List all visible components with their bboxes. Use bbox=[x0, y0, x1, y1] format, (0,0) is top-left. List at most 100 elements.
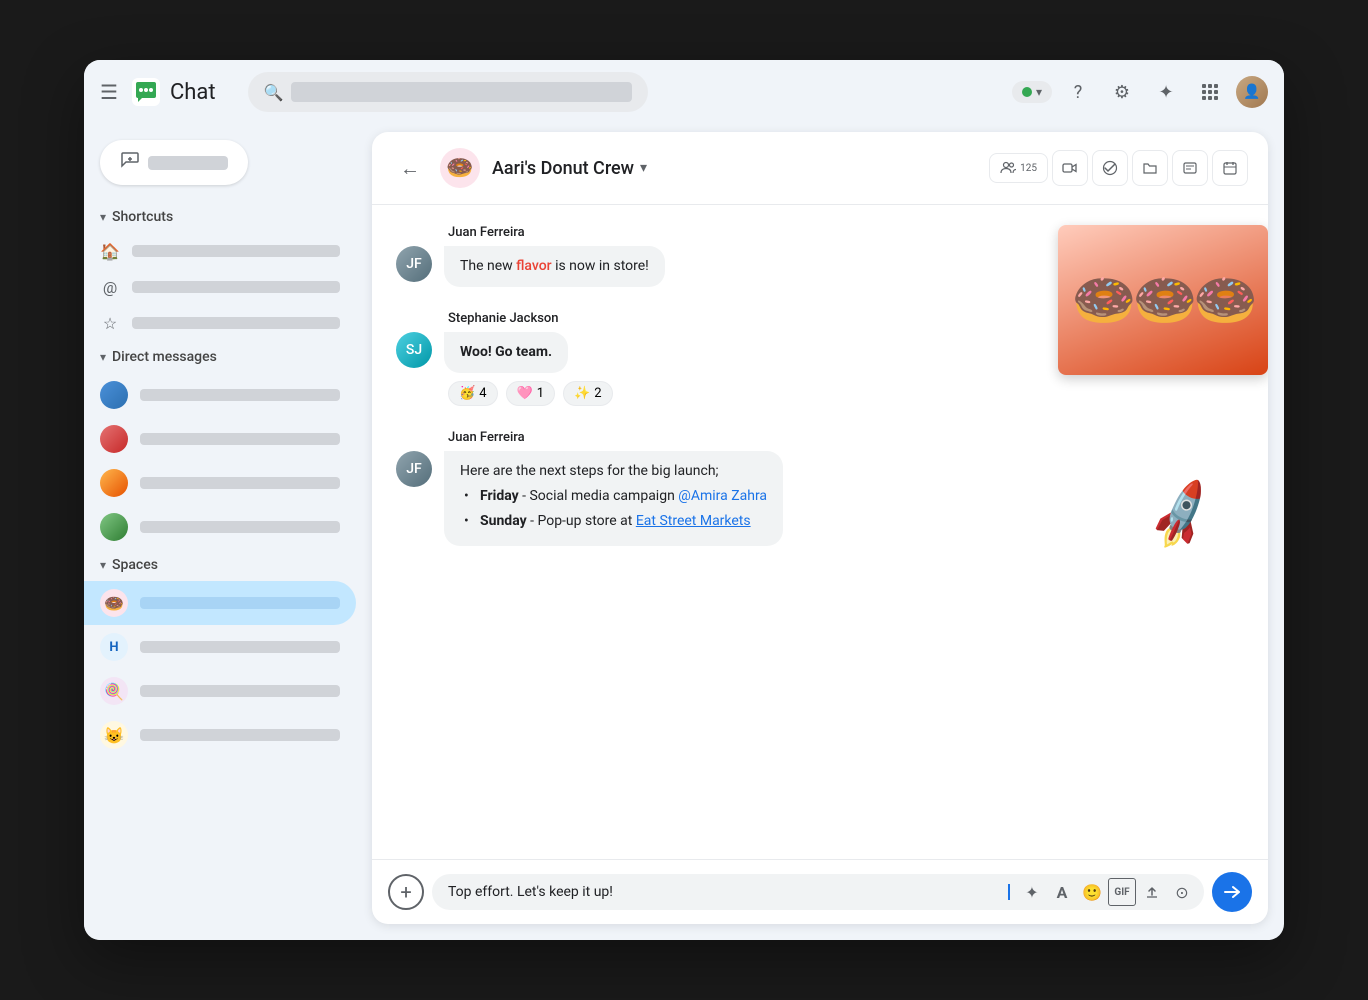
space-2-label bbox=[140, 641, 340, 653]
app-logo: Chat bbox=[130, 76, 216, 108]
dm-avatar-2 bbox=[100, 425, 128, 453]
chevron-down-icon: ▾ bbox=[1036, 85, 1042, 99]
reaction-heart[interactable]: 🩷 1 bbox=[506, 381, 556, 406]
back-button[interactable]: ← bbox=[392, 150, 428, 186]
send-button[interactable] bbox=[1212, 872, 1252, 912]
sidebar-item-space-3[interactable]: 🍭 bbox=[84, 669, 356, 713]
sidebar-item-space-2[interactable]: H bbox=[84, 625, 356, 669]
flavor-highlight: flavor bbox=[516, 258, 551, 274]
dm-section-header[interactable]: ▾ Direct messages bbox=[84, 341, 364, 373]
members-button[interactable]: 125 bbox=[989, 153, 1048, 183]
top-bar-right: ▾ ? ⚙ ✦ 👤 bbox=[1012, 74, 1268, 110]
sender-name-3: Juan Ferreira bbox=[396, 430, 1244, 445]
upload-svg bbox=[1144, 884, 1160, 900]
sidebar-item-mentions[interactable]: @ bbox=[84, 269, 356, 305]
step-sunday: Sunday - Pop-up store at Eat Street Mark… bbox=[464, 511, 767, 532]
upload-icon[interactable] bbox=[1138, 878, 1166, 906]
message-group-3: Juan Ferreira JF Here are the next steps… bbox=[396, 430, 1244, 546]
dm-label: Direct messages bbox=[112, 349, 217, 365]
new-chat-icon bbox=[120, 150, 140, 175]
chat-header-actions: 125 bbox=[989, 150, 1248, 186]
app-title: Chat bbox=[170, 80, 216, 105]
link-eat-street[interactable]: Eat Street Markets bbox=[636, 513, 751, 529]
shortcuts-label: Shortcuts bbox=[112, 209, 173, 225]
video-icon bbox=[1062, 160, 1078, 176]
reactions-group-2: 🥳 4 🩷 1 ✨ 2 bbox=[396, 381, 1244, 406]
settings-icon[interactable]: ⚙ bbox=[1104, 74, 1140, 110]
dm-avatar-3 bbox=[100, 469, 128, 497]
gif-icon[interactable]: GIF bbox=[1108, 878, 1136, 906]
shortcuts-section-header[interactable]: ▾ Shortcuts bbox=[84, 201, 364, 233]
spaces-section-header[interactable]: ▾ Spaces bbox=[84, 549, 364, 581]
hamburger-icon[interactable]: ☰ bbox=[100, 80, 118, 104]
sidebar-item-dm-4[interactable] bbox=[84, 505, 356, 549]
step-friday: Friday - Social media campaign @Amira Za… bbox=[464, 486, 767, 507]
input-bar: + Top effort. Let's keep it up! ✦ A 🙂 GI… bbox=[372, 859, 1268, 924]
dm-avatar-4 bbox=[100, 513, 128, 541]
star-icon: ☆ bbox=[100, 313, 120, 333]
sidebar-item-dm-1[interactable] bbox=[84, 373, 356, 417]
folder-icon bbox=[1142, 160, 1158, 176]
space-2-avatar: H bbox=[100, 633, 128, 661]
reaction-party[interactable]: 🥳 4 bbox=[448, 381, 498, 406]
status-pill[interactable]: ▾ bbox=[1012, 81, 1052, 103]
reaction-sparkle[interactable]: ✨ 2 bbox=[563, 381, 613, 406]
sidebar-item-dm-2[interactable] bbox=[84, 417, 356, 461]
user-avatar[interactable]: 👤 bbox=[1236, 76, 1268, 108]
group-avatar: 🍩 bbox=[440, 148, 480, 188]
avatar-juan-1: JF bbox=[396, 246, 432, 282]
sidebar-item-space-1[interactable]: 🍩 bbox=[84, 581, 356, 625]
files-button[interactable] bbox=[1132, 150, 1168, 186]
format-text-icon[interactable]: A bbox=[1048, 878, 1076, 906]
sidebar: ▾ Shortcuts 🏠 @ ☆ ▾ Direct messages bbox=[84, 124, 364, 940]
video-call-button[interactable] bbox=[1052, 150, 1088, 186]
reaction-heart-count: 1 bbox=[537, 386, 544, 401]
message-input[interactable]: Top effort. Let's keep it up! bbox=[448, 884, 1007, 900]
search-icon: 🔍 bbox=[264, 83, 284, 102]
cursor bbox=[1008, 884, 1010, 900]
step-friday-text: - Social media campaign bbox=[522, 488, 678, 504]
calendar-icon bbox=[1222, 160, 1238, 176]
donut-image: 🍩🍩🍩 bbox=[1058, 225, 1268, 375]
search-bar[interactable]: 🔍 bbox=[248, 72, 648, 112]
space-3-avatar: 🍭 bbox=[100, 677, 128, 705]
chat-header: ← 🍩 Aari's Donut Crew ▾ 125 bbox=[372, 132, 1268, 205]
group-name: Aari's Donut Crew ▾ bbox=[492, 158, 647, 179]
new-chat-button[interactable] bbox=[100, 140, 248, 185]
message-bubble-2: Woo! Go team. bbox=[444, 332, 568, 373]
calendar-button[interactable] bbox=[1212, 150, 1248, 186]
mention-amira[interactable]: @Amira Zahra bbox=[678, 488, 767, 504]
top-bar: ☰ Chat 🔍 ▾ ? ⚙ ✦ bbox=[84, 60, 1284, 124]
more-input-icon[interactable]: ⊙ bbox=[1168, 878, 1196, 906]
message-bubble-3: Here are the next steps for the big laun… bbox=[444, 451, 783, 546]
message-bubble-1: The new flavor is now in store! bbox=[444, 246, 665, 287]
avatar-face: 👤 bbox=[1236, 76, 1268, 108]
gemini-icon[interactable]: ✦ bbox=[1148, 74, 1184, 110]
sidebar-item-starred[interactable]: ☆ bbox=[84, 305, 356, 341]
apps-grid-icon[interactable] bbox=[1192, 74, 1228, 110]
rocket-sticker: 🚀 bbox=[1141, 476, 1223, 555]
starred-label bbox=[132, 317, 340, 329]
help-icon[interactable]: ? bbox=[1060, 74, 1096, 110]
shortcuts-chevron-icon: ▾ bbox=[100, 210, 106, 224]
add-attachment-button[interactable]: + bbox=[388, 874, 424, 910]
home-label bbox=[132, 245, 340, 257]
chat-logo-svg bbox=[130, 76, 162, 108]
space-1-label bbox=[140, 597, 340, 609]
emoji-picker-icon[interactable]: 🙂 bbox=[1078, 878, 1106, 906]
tasks-button[interactable] bbox=[1092, 150, 1128, 186]
sidebar-item-dm-3[interactable] bbox=[84, 461, 356, 505]
status-dot bbox=[1022, 87, 1032, 97]
sidebar-item-space-4[interactable]: 😺 bbox=[84, 713, 356, 757]
people-icon bbox=[1000, 160, 1016, 176]
group-name-dropdown-icon[interactable]: ▾ bbox=[640, 160, 647, 176]
timeline-button[interactable] bbox=[1172, 150, 1208, 186]
gemini-input-icon[interactable]: ✦ bbox=[1018, 878, 1046, 906]
chat-panel: ← 🍩 Aari's Donut Crew ▾ 125 bbox=[372, 132, 1268, 924]
step-friday-bold: Friday bbox=[480, 488, 519, 504]
space-4-avatar: 😺 bbox=[100, 721, 128, 749]
avatar-steph: SJ bbox=[396, 332, 432, 368]
avatar-juan-2: JF bbox=[396, 451, 432, 487]
sidebar-item-home[interactable]: 🏠 bbox=[84, 233, 356, 269]
new-chat-label-fake bbox=[148, 156, 228, 170]
